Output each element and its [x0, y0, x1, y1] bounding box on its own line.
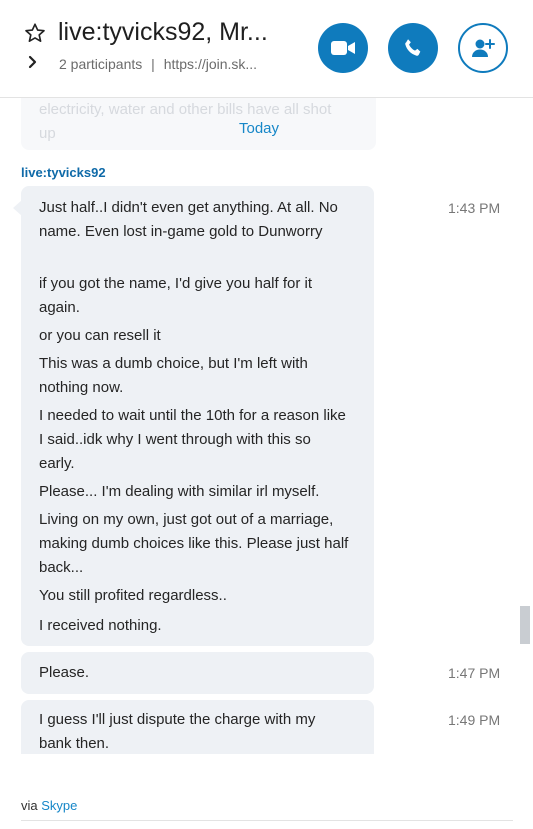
conversation-subtitle: 2 participants | https://join.sk... — [59, 56, 257, 72]
skype-link[interactable]: Skype — [41, 798, 77, 813]
join-link[interactable]: https://join.sk... — [164, 56, 257, 72]
scrollbar-thumb[interactable] — [520, 606, 530, 644]
subtitle-separator: | — [151, 56, 155, 72]
message-text: I received nothing. — [39, 617, 162, 634]
message-timestamp: 1:43 PM — [448, 200, 501, 216]
video-call-button[interactable] — [318, 23, 368, 73]
message-timestamp: 1:47 PM — [448, 665, 501, 681]
message-text: This was a dumb choice, but I'm left wit… — [39, 355, 308, 396]
message-text: Living on my own, just got out of a marr… — [39, 511, 349, 576]
previous-message-text: electricity, water and other bills have … — [39, 101, 332, 142]
chevron-right-icon[interactable] — [27, 55, 39, 69]
previous-message-bubble: electricity, water and other bills have … — [21, 98, 376, 150]
footer-attribution: via Skype — [21, 798, 77, 813]
message-text: Just half..I didn't even get anything. A… — [39, 199, 338, 240]
video-camera-icon — [331, 41, 355, 55]
message-bubble[interactable]: Just half..I didn't even get anything. A… — [21, 186, 374, 646]
message-bubble[interactable]: I guess I'll just dispute the charge wit… — [21, 700, 374, 754]
participants-count[interactable]: 2 participants — [59, 56, 142, 72]
date-divider: Today — [239, 120, 280, 137]
audio-call-button[interactable] — [388, 23, 438, 73]
message-text: I needed to wait until the 10th for a re… — [39, 407, 346, 472]
message-text: if you got the name, I'd give you half f… — [39, 275, 313, 316]
conversation-title[interactable]: live:tyvicks92, Mr... — [58, 18, 268, 47]
message-text: Please... I'm dealing with similar irl m… — [39, 483, 320, 500]
sender-name[interactable]: live:tyvicks92 — [21, 165, 106, 180]
footer-via: via — [21, 798, 38, 813]
message-text: or you can resell it — [39, 327, 161, 344]
message-text: You still profited regardless.. — [39, 587, 227, 604]
message-bubble[interactable]: Please. — [21, 652, 374, 694]
message-timestamp: 1:49 PM — [448, 712, 501, 728]
conversation-header: live:tyvicks92, Mr... 2 participants | h… — [0, 0, 533, 98]
add-person-icon — [472, 39, 495, 57]
footer-divider — [21, 820, 513, 821]
message-text: Please. — [39, 664, 90, 681]
phone-icon — [405, 39, 421, 56]
add-people-button[interactable] — [458, 23, 508, 73]
message-text: I guess I'll just dispute the charge wit… — [39, 711, 316, 752]
star-outline-icon[interactable] — [24, 22, 46, 44]
